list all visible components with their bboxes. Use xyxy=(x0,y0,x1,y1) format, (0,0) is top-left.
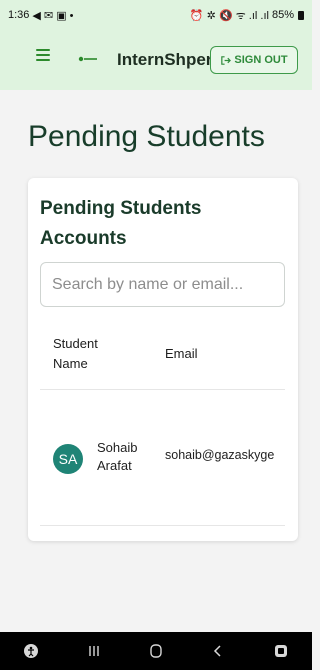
recents-icon[interactable] xyxy=(79,636,109,666)
status-time: 1:36 xyxy=(8,9,30,21)
battery-text: 85% xyxy=(271,9,294,21)
back-icon[interactable] xyxy=(203,636,233,666)
card-title: Pending Students Accounts xyxy=(40,198,202,249)
column-header-student-name: Student Name xyxy=(53,336,98,371)
hamburger-icon[interactable] xyxy=(36,49,50,61)
table-row[interactable]: SA Sohaib Arafat sohaib@gazaskyge xyxy=(40,390,285,526)
accessibility-icon[interactable] xyxy=(16,636,46,666)
sign-out-button[interactable]: SIGN OUT xyxy=(210,46,298,74)
search-input[interactable] xyxy=(40,262,285,307)
table-header: Student Name Email xyxy=(40,328,285,390)
app-title: InternShpere xyxy=(117,50,222,69)
status-bar: 1:36 ◀ ✉ ▣ • ⏰ ✲ 🔇 ᯤ .ıl .ıl 85% xyxy=(0,0,312,30)
system-icons: ⏰ ✲ 🔇 ᯤ .ıl .ıl xyxy=(189,9,269,22)
pending-students-card: Pending Students Accounts Student Name E… xyxy=(28,178,298,541)
notification-icons: ◀ ✉ ▣ • xyxy=(32,9,74,22)
logo-icon xyxy=(78,56,97,62)
sign-out-icon xyxy=(221,55,232,65)
column-header-email: Email xyxy=(165,346,198,361)
page-title: Pending Students xyxy=(28,120,265,153)
avatar: SA xyxy=(53,444,83,474)
system-nav-bar xyxy=(0,632,312,670)
status-right: ⏰ ✲ 🔇 ᯤ .ıl .ıl 85% xyxy=(190,8,304,23)
sign-out-label: SIGN OUT xyxy=(234,54,288,66)
assistant-icon[interactable] xyxy=(266,636,296,666)
status-left: 1:36 ◀ ✉ ▣ • xyxy=(8,9,74,22)
app-bar: InternShpere SIGN OUT xyxy=(0,30,312,90)
battery-icon xyxy=(298,10,304,20)
student-email: sohaib@gazaskyge xyxy=(165,448,275,462)
home-icon[interactable] xyxy=(141,636,171,666)
student-name: Sohaib Arafat xyxy=(97,440,138,473)
